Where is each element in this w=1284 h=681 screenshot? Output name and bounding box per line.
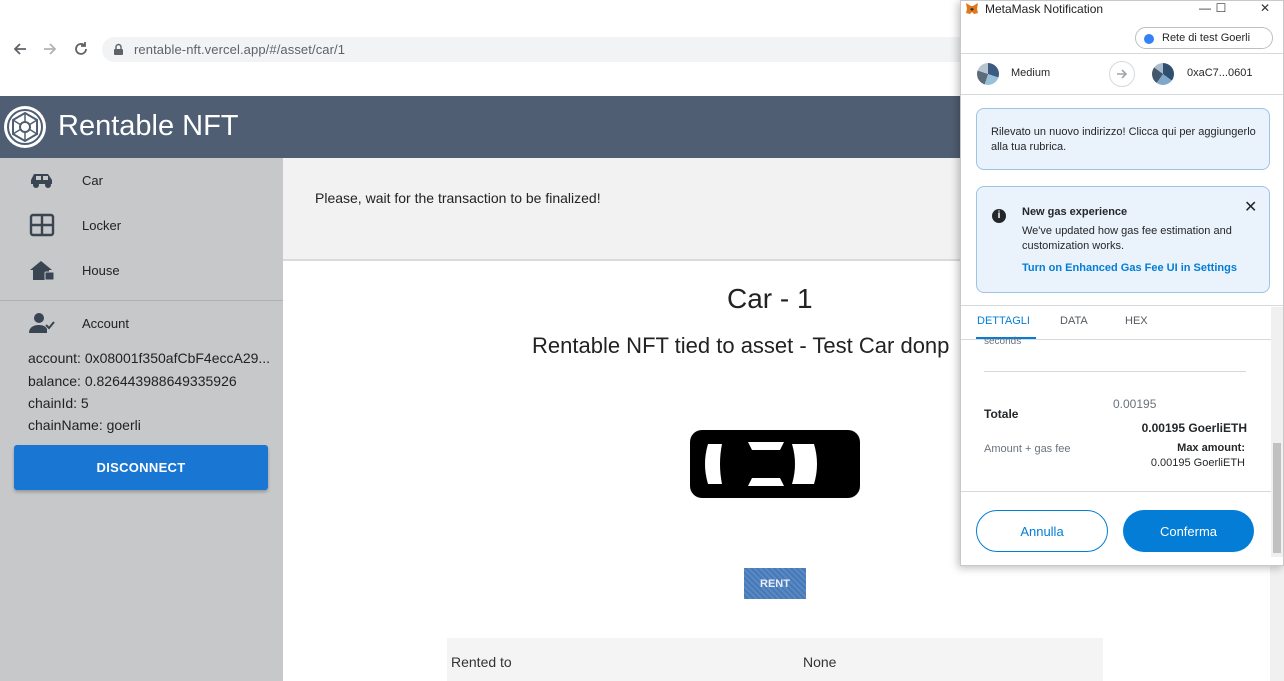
from-avatar [977, 63, 999, 85]
gas-experience-banner: i New gas experience We've updated how g… [976, 186, 1270, 293]
screen: rentable-nft.vercel.app/#/asset/car/1 Re… [0, 0, 1284, 681]
lock-icon [114, 43, 123, 55]
tab-hex[interactable]: HEX [1125, 315, 1148, 327]
new-address-text: Rilevato un nuovo indirizzo! Clicca qui … [991, 126, 1256, 153]
max-amount-value: 0.00195 GoerliETH [1150, 457, 1245, 469]
disconnect-button[interactable]: DISCONNECT [14, 445, 268, 490]
app-title: Rentable NFT [58, 110, 239, 142]
account-chain-id: chainId: 5 [28, 395, 89, 411]
gas-title: New gas experience [1022, 206, 1128, 218]
confirm-button[interactable]: Conferma [1123, 510, 1254, 552]
back-icon[interactable] [9, 38, 31, 60]
arrow-right-icon [1109, 61, 1135, 87]
divider [961, 53, 1283, 54]
asset-title: Car - 1 [727, 283, 813, 314]
close-banner-icon[interactable]: ✕ [1244, 197, 1257, 217]
divider [961, 491, 1283, 492]
rented-to-row: Rented to None [447, 638, 1103, 681]
rent-button[interactable]: RENT [744, 568, 806, 599]
info-icon: i [992, 209, 1006, 223]
sidebar-item-locker[interactable]: Locker [0, 205, 283, 245]
maximize-icon[interactable]: ☐ [1213, 1, 1229, 15]
rented-to-value: None [803, 654, 837, 670]
url-text: rentable-nft.vercel.app/#/asset/car/1 [134, 42, 346, 57]
network-name: Rete di test Goerli [1162, 32, 1251, 44]
divider [961, 305, 1283, 306]
total-amount: 0.00195 GoerliETH [1141, 421, 1247, 435]
page-scrollbar[interactable] [1270, 566, 1284, 681]
house-icon [30, 261, 55, 281]
sidebar-item-car[interactable]: Car [0, 160, 283, 200]
notice-text: Please, wait for the transaction to be f… [315, 190, 601, 206]
network-dot-icon [1144, 34, 1154, 44]
tab-details[interactable]: DETTAGLI [977, 315, 1030, 327]
divider [984, 371, 1246, 372]
metamask-fox-icon [966, 3, 978, 14]
max-amount-label: Max amount: [1177, 442, 1245, 454]
metamask-window-title: MetaMask Notification [985, 2, 1104, 16]
locker-icon [29, 213, 55, 237]
metamask-popup: MetaMask Notification — ☐ ✕ Rete di test… [960, 0, 1284, 566]
tab-data[interactable]: DATA [1060, 315, 1088, 327]
sidebar-item-account[interactable]: Account [0, 303, 283, 343]
from-account: Medium [1011, 67, 1051, 79]
account-address: account: 0x08001f350afCbF4eccA29... [28, 350, 271, 366]
new-address-notice[interactable]: Rilevato un nuovo indirizzo! Clicca qui … [976, 108, 1270, 170]
sidebar-item-label: Account [82, 316, 129, 331]
asset-subtitle: Rentable NFT tied to asset - Test Car do… [532, 333, 950, 358]
sidebar-item-house[interactable]: House [0, 250, 283, 290]
address-bar[interactable]: rentable-nft.vercel.app/#/asset/car/1 [102, 37, 972, 62]
seconds-text: seconds [984, 336, 1022, 347]
to-address[interactable]: 0xaC7...0601 [1187, 67, 1252, 79]
total-amount-secondary: 0.00195 [1113, 397, 1157, 411]
cancel-button[interactable]: Annulla [976, 510, 1108, 552]
sidebar-item-label: House [82, 263, 120, 278]
scrollbar-thumb[interactable] [1273, 443, 1281, 553]
reload-icon[interactable] [70, 38, 92, 60]
sidebar-divider [0, 300, 283, 301]
close-icon[interactable]: ✕ [1257, 1, 1273, 15]
car-topview-icon [690, 430, 860, 498]
logo-icon [4, 106, 46, 148]
total-label: Totale [984, 407, 1019, 421]
sidebar-item-label: Car [82, 173, 103, 188]
account-balance: balance: 0.826443988649335926 [28, 373, 237, 389]
sidebar-item-label: Locker [82, 218, 122, 233]
car-icon [31, 174, 52, 188]
divider [961, 94, 1283, 95]
minimize-icon[interactable]: — [1197, 1, 1213, 15]
account-chain-name: chainName: goerli [28, 417, 141, 433]
to-avatar [1152, 63, 1174, 85]
metamask-titlebar: MetaMask Notification — ☐ ✕ [961, 1, 1283, 17]
gas-settings-link[interactable]: Turn on Enhanced Gas Fee UI in Settings [1022, 262, 1237, 274]
rented-to-label: Rented to [451, 654, 512, 670]
gas-body: We've updated how gas fee estimation and… [1022, 225, 1232, 252]
popup-scrollbar[interactable] [1271, 307, 1283, 557]
sidebar: Car Locker House Account account: 0x0800… [0, 158, 283, 681]
amount-gas-label: Amount + gas fee [984, 443, 1071, 455]
account-icon [29, 313, 55, 333]
forward-icon[interactable] [39, 38, 61, 60]
network-selector[interactable]: Rete di test Goerli [1135, 27, 1273, 49]
